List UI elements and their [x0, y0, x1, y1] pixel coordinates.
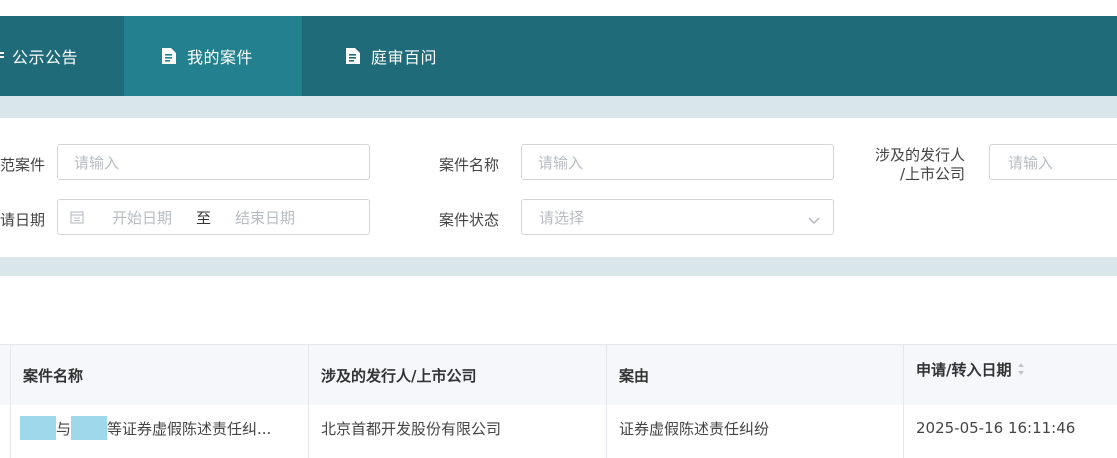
input-placeholder: 请输入	[74, 153, 120, 172]
document-icon	[344, 47, 362, 65]
chevron-down-icon	[808, 212, 820, 224]
cell-case-name[interactable]: 与 等证券虚假陈述责任纠...	[20, 405, 271, 451]
redacted-name	[71, 416, 108, 440]
start-date-input[interactable]: 开始日期	[112, 207, 172, 228]
column-divider	[308, 405, 309, 458]
nav-label: 庭审百问	[371, 48, 438, 67]
column-divider	[10, 345, 11, 405]
label-line: 涉及的发行人	[875, 146, 966, 164]
sort-icon[interactable]	[1017, 362, 1025, 376]
nav-item-announcements[interactable]: 公示公告	[0, 16, 124, 96]
issuer-input[interactable]: 请输入	[989, 144, 1117, 180]
cell-issuer: 北京首都开发股份有限公司	[321, 419, 502, 438]
column-header-issuer: 涉及的发行人/上市公司	[321, 366, 477, 385]
end-date-input[interactable]: 结束日期	[235, 207, 295, 228]
filter-label-case-name: 案件名称	[439, 156, 500, 174]
filter-label-issuer: 涉及的发行人 /上市公司	[875, 146, 965, 184]
cell-cause: 证券虚假陈述责任纠纷	[619, 419, 770, 438]
column-divider	[903, 345, 904, 405]
nav-label: 我的案件	[187, 48, 254, 67]
document-icon	[160, 47, 178, 65]
column-divider	[606, 405, 607, 458]
cell-date: 2025-05-16 16:11:46	[916, 419, 1076, 437]
filter-label-date: 请日期	[0, 211, 46, 229]
select-placeholder: 请选择	[539, 208, 585, 227]
column-divider	[308, 345, 309, 405]
nav-item-my-cases[interactable]: 我的案件	[124, 16, 302, 96]
filter-label-status: 案件状态	[439, 211, 500, 229]
column-header-cause: 案由	[619, 366, 650, 385]
date-range-picker[interactable]: 开始日期 至 结束日期	[57, 199, 370, 235]
top-nav-bar: 公示公告 我的案件 庭审百问	[0, 16, 1117, 96]
date-separator: 至	[196, 208, 212, 227]
nav-item-trial-faq[interactable]: 庭审百问	[344, 16, 484, 96]
input-placeholder: 请输入	[1008, 153, 1054, 172]
column-header-date-label: 申请/转入日期	[916, 360, 1012, 379]
column-header-case-name: 案件名称	[23, 366, 84, 385]
case-status-select[interactable]: 请选择	[521, 199, 834, 235]
list-icon	[0, 47, 6, 65]
column-divider	[903, 405, 904, 458]
label-line: /上市公司	[899, 165, 966, 183]
redacted-name	[20, 416, 56, 440]
search-filter-panel: 范案件 请输入 案件名称 请输入 涉及的发行人 /上市公司 请输入 请日期 开始…	[0, 118, 1117, 257]
input-placeholder: 请输入	[538, 153, 584, 172]
top-margin	[0, 0, 1117, 16]
column-header-date[interactable]: 申请/转入日期	[916, 339, 1025, 399]
table-row[interactable]: 与 等证券虚假陈述责任纠... 北京首都开发股份有限公司 证券虚假陈述责任纠纷 …	[0, 405, 1117, 458]
column-divider	[10, 405, 11, 458]
case-name-conjunction: 与	[56, 419, 72, 438]
column-divider	[606, 345, 607, 405]
case-input[interactable]: 请输入	[57, 144, 370, 180]
filter-label-case: 范案件	[0, 156, 46, 174]
divider-band	[0, 257, 1117, 276]
nav-label: 公示公告	[12, 48, 79, 67]
calendar-icon	[70, 210, 84, 224]
case-name-input[interactable]: 请输入	[521, 144, 834, 180]
table-header: 案件名称 涉及的发行人/上市公司 案由 申请/转入日期	[0, 344, 1117, 406]
divider-band	[0, 96, 1117, 118]
case-name-text: 等证券虚假陈述责任纠...	[107, 419, 272, 438]
